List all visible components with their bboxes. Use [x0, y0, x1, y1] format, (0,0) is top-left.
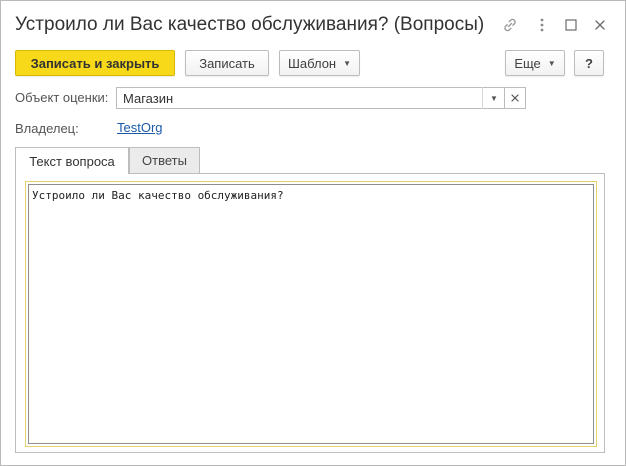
chevron-down-icon: ▼ — [343, 58, 352, 68]
tab-question-text[interactable]: Текст вопроса — [15, 147, 129, 174]
help-button[interactable]: ? — [574, 50, 604, 76]
clear-icon — [511, 94, 519, 102]
tab-answers[interactable]: Ответы — [129, 147, 200, 173]
tab-panel: Устроило ли Вас качество обслуживания? — [15, 173, 605, 453]
chevron-down-icon: ▼ — [490, 93, 498, 103]
object-value: Магазин — [123, 91, 174, 106]
question-text: Устроило ли Вас качество обслуживания? — [28, 184, 594, 444]
maximize-icon[interactable] — [562, 15, 580, 35]
more-button[interactable]: Еще ▼ — [505, 50, 565, 76]
save-button[interactable]: Записать — [185, 50, 269, 76]
object-label: Объект оценки: — [15, 90, 109, 105]
tab-label: Ответы — [142, 153, 187, 168]
window-title: Устроило ли Вас качество обслуживания? (… — [15, 14, 485, 35]
form-window: Устроило ли Вас качество обслуживания? (… — [0, 0, 626, 466]
owner-link[interactable]: TestOrg — [117, 120, 163, 135]
chevron-down-icon: ▼ — [547, 58, 556, 68]
object-clear-button[interactable] — [504, 87, 526, 109]
owner-label: Владелец: — [15, 121, 79, 136]
save-and-close-button[interactable]: Записать и закрыть — [15, 50, 175, 76]
more-label: Еще — [514, 55, 541, 71]
object-field[interactable]: Магазин — [116, 87, 505, 109]
template-button[interactable]: Шаблон ▼ — [279, 50, 360, 76]
object-dropdown-button[interactable]: ▼ — [482, 87, 505, 109]
help-label: ? — [585, 55, 593, 71]
save-and-close-label: Записать и закрыть — [30, 55, 160, 71]
tab-label: Текст вопроса — [29, 153, 115, 169]
link-icon[interactable] — [501, 15, 519, 35]
template-label: Шаблон — [287, 55, 337, 71]
close-icon[interactable] — [591, 15, 609, 35]
more-vertical-icon[interactable] — [533, 15, 551, 35]
save-label: Записать — [199, 55, 255, 71]
question-text-area[interactable]: Устроило ли Вас качество обслуживания? — [25, 181, 597, 447]
